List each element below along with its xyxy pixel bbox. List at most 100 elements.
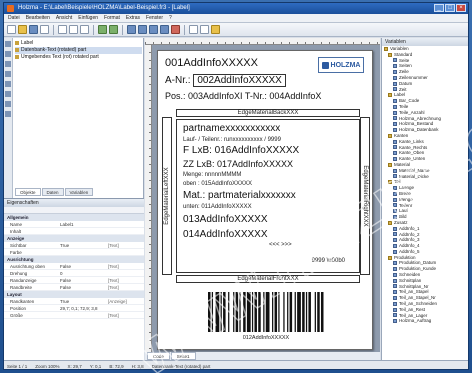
menu-insert[interactable]: Einfügen xyxy=(78,14,98,22)
tab-page1[interactable]: Seite1 xyxy=(170,352,196,360)
barcode-bar xyxy=(220,292,222,332)
minimize-button[interactable]: _ xyxy=(434,4,444,12)
property-row[interactable]: Größe [Text] xyxy=(4,312,144,319)
part-info-box[interactable]: partnamexxxxxxxxxxx Lauf- / Teilenr.: ru… xyxy=(176,119,360,273)
label-title-field[interactable]: 001AddInfoXXXXX xyxy=(165,57,258,69)
bottom-field[interactable]: unten: 011AddInfoXXXXX xyxy=(183,204,252,210)
line-tool-icon[interactable] xyxy=(5,61,11,67)
tree-item[interactable]: Label xyxy=(15,40,142,47)
finished-size-field[interactable]: F LxB: 016AddInfoXXXXX xyxy=(183,145,299,156)
property-value[interactable] xyxy=(60,312,108,318)
property-value[interactable]: False xyxy=(60,277,108,283)
menu-edit[interactable]: Bearbeiten xyxy=(26,14,50,22)
property-value[interactable]: 0 xyxy=(60,270,108,276)
property-row[interactable]: Position 29,7; 0,1; 72,9; 3,8 xyxy=(4,305,144,312)
property-row[interactable]: Randkanten True [Anzeige] xyxy=(4,298,144,305)
save-icon[interactable] xyxy=(29,25,38,34)
zoom-out-icon[interactable] xyxy=(200,25,209,34)
print-icon[interactable] xyxy=(40,25,49,34)
open-folder-icon[interactable] xyxy=(18,25,27,34)
property-group[interactable]: Allgemein xyxy=(4,214,144,221)
zoom-in-icon[interactable] xyxy=(189,25,198,34)
maximize-button[interactable]: □ xyxy=(445,4,455,12)
rect-tool-icon[interactable] xyxy=(5,71,11,77)
cut-icon[interactable] xyxy=(58,25,67,34)
line-object-icon[interactable] xyxy=(138,25,147,34)
tree-item[interactable]: Datenbank-Text (rotated) part xyxy=(15,47,142,54)
property-row[interactable]: Name Label1 xyxy=(4,221,144,228)
property-row[interactable]: Sichtbar True [Text] xyxy=(4,242,144,249)
hand-tool-icon[interactable] xyxy=(5,111,11,117)
label-page[interactable]: 001AddInfoXXXXX HOLZMA A-Nr.: 002AddInfo… xyxy=(157,50,373,350)
new-icon[interactable] xyxy=(7,25,16,34)
menu-view[interactable]: Ansicht xyxy=(56,14,72,22)
edge-material-right-field[interactable]: EdgeMaterialRightXXX xyxy=(360,117,370,275)
tab-code[interactable]: Code xyxy=(147,352,170,360)
edge-material-left-field[interactable]: EdgeMaterialLeftXXX xyxy=(162,117,172,275)
property-value[interactable] xyxy=(60,249,108,255)
redo-icon[interactable] xyxy=(109,25,118,34)
addinfo-14-field[interactable]: 014AddInfoXXXXX xyxy=(183,229,268,240)
property-value[interactable]: True xyxy=(60,242,108,248)
addinfo-13-field[interactable]: 013AddInfoXXXXX xyxy=(183,214,268,225)
undo-icon[interactable] xyxy=(98,25,107,34)
property-group[interactable]: Anzeige xyxy=(4,235,144,242)
property-value[interactable]: True xyxy=(60,298,108,304)
barcode-tool-icon[interactable] xyxy=(5,81,11,87)
property-row[interactable]: Drehung 0 xyxy=(4,270,144,277)
select-tool-icon[interactable] xyxy=(5,41,11,47)
rectangle-object-icon[interactable] xyxy=(149,25,158,34)
tab-variables[interactable]: Variablen xyxy=(64,188,94,196)
picture-object-icon[interactable] xyxy=(171,25,180,34)
close-button[interactable]: × xyxy=(456,4,466,12)
position-row[interactable]: Pos.: 003AddInfoXI T-Nr.: 004AddInfoX xyxy=(165,91,321,101)
design-canvas[interactable]: 001AddInfoXXXXX HOLZMA A-Nr.: 002AddInfo… xyxy=(145,38,380,360)
menu-window[interactable]: Fenster xyxy=(146,14,163,22)
property-group[interactable]: Layout xyxy=(4,291,144,298)
status-page: Seite 1 / 1 xyxy=(7,364,28,369)
copy-icon[interactable] xyxy=(69,25,78,34)
top-field[interactable]: oben : 015AddInfoXXXXX xyxy=(183,181,252,187)
menu-file[interactable]: Datei xyxy=(8,14,20,22)
property-row[interactable]: Inhalt xyxy=(4,228,144,235)
barcode[interactable] xyxy=(208,292,326,332)
partname-field[interactable]: partnamexxxxxxxxxxx xyxy=(183,123,280,134)
property-row[interactable]: Randanzeige False [Text] xyxy=(4,277,144,284)
material-field[interactable]: Mat.: partmaterialxxxxxxx xyxy=(183,190,296,201)
image-tool-icon[interactable] xyxy=(5,91,11,97)
property-row[interactable]: Ausrichtung oben False [Text] xyxy=(4,263,144,270)
variable-icon xyxy=(393,104,397,109)
grain-direction-arrow[interactable]: <<< >>> xyxy=(269,242,292,248)
grain-angle-field[interactable]: 9999 \u00b0 xyxy=(312,258,345,264)
edge-material-back-field[interactable]: EdgeMaterialBackXXX xyxy=(176,109,360,117)
order-number-row[interactable]: A-Nr.: 002AddInfoXXXXX xyxy=(165,74,286,87)
menu-help[interactable]: ? xyxy=(169,14,172,22)
order-number-field[interactable]: 002AddInfoXXXXX xyxy=(193,74,286,87)
property-value[interactable] xyxy=(60,228,108,234)
property-value[interactable]: False xyxy=(60,263,108,269)
property-row[interactable]: Farbe xyxy=(4,249,144,256)
preview-icon[interactable] xyxy=(211,25,220,34)
property-row[interactable]: Randbreite False [Text] xyxy=(4,284,144,291)
property-group[interactable]: Ausrichtung xyxy=(4,256,144,263)
property-value[interactable]: Label1 xyxy=(60,221,108,227)
variable-icon xyxy=(393,301,397,306)
tab-data[interactable]: Daten xyxy=(41,188,64,196)
barcode-object-icon[interactable] xyxy=(160,25,169,34)
paste-icon[interactable] xyxy=(80,25,89,34)
text-tool-icon[interactable] xyxy=(5,51,11,57)
shape-tool-icon[interactable] xyxy=(5,101,11,107)
menu-format[interactable]: Format xyxy=(104,14,120,22)
menu-extras[interactable]: Extras xyxy=(126,14,140,22)
edge-material-front-field[interactable]: EdgeMaterialFrontXXX xyxy=(176,275,360,283)
tree-item[interactable]: Umgebendes Text (rot) rotated part xyxy=(15,54,142,61)
run-part-number-field[interactable]: Lauf- / Teilenr.: runxxxxxxxxxx / 9999 xyxy=(183,137,281,143)
barcode-bar xyxy=(297,292,301,332)
text-object-icon[interactable] xyxy=(127,25,136,34)
quantity-field[interactable]: Menge: nnnnnMMMM xyxy=(183,172,241,178)
cut-size-field[interactable]: ZZ LxB: 017AddInfoXXXXX xyxy=(183,159,293,169)
property-value[interactable]: False xyxy=(60,284,108,290)
variable-tree-item[interactable]: Holzma_Auftrag xyxy=(384,318,468,324)
tab-objects[interactable]: Objekte xyxy=(15,188,41,196)
property-value[interactable]: 29,7; 0,1; 72,9; 3,8 xyxy=(60,305,108,311)
